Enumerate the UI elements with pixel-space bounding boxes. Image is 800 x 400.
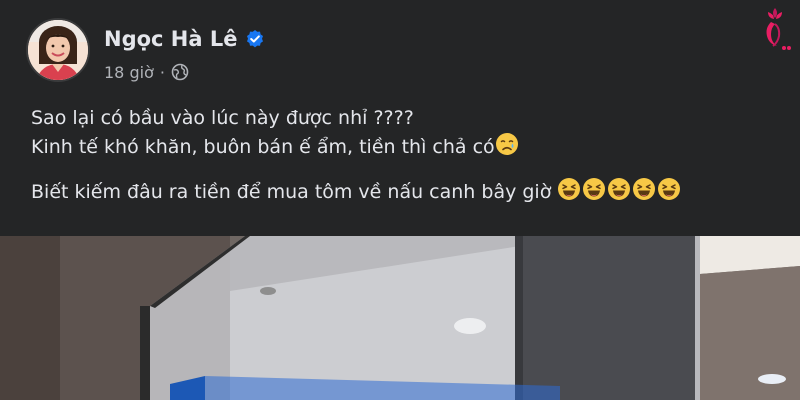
post-timestamp[interactable]: 18 giờ xyxy=(104,63,154,82)
post-line-3-text: Biết kiếm đâu ra tiền để mua tôm về nấu … xyxy=(31,181,552,203)
facebook-post: Ngọc Hà Lê 18 giờ · Sao lại có bầu vào l… xyxy=(0,0,800,400)
post-photo[interactable] xyxy=(0,236,800,400)
post-line-2-text: Kinh tế khó khăn, buôn bán ế ẩm, tiền th… xyxy=(31,136,495,158)
laughing-emoji-icon xyxy=(607,177,631,201)
globe-icon[interactable] xyxy=(171,63,189,81)
laughing-emoji-icon xyxy=(582,177,606,201)
post-line-2: Kinh tế khó khăn, buôn bán ế ẩm, tiền th… xyxy=(31,132,771,161)
post-header: Ngọc Hà Lê 18 giờ · xyxy=(26,18,766,88)
sad-tear-emoji-icon xyxy=(495,132,519,156)
laughing-emoji-icon xyxy=(632,177,656,201)
laughing-emoji-icon xyxy=(557,177,581,201)
author-row: Ngọc Hà Lê xyxy=(104,24,265,54)
post-photo-image xyxy=(0,236,800,400)
post-meta: 18 giờ · xyxy=(104,60,189,84)
post-text: Sao lại có bầu vào lúc này được nhỉ ????… xyxy=(31,104,771,206)
flower-logo-icon xyxy=(758,4,792,52)
laughing-emoji-icon xyxy=(657,177,681,201)
avatar-photo xyxy=(28,20,88,80)
author-name[interactable]: Ngọc Hà Lê xyxy=(104,27,237,51)
meta-separator: · xyxy=(159,62,165,82)
author-avatar[interactable] xyxy=(26,18,90,82)
post-line-1: Sao lại có bầu vào lúc này được nhỉ ???? xyxy=(31,107,414,129)
verified-badge-icon xyxy=(245,29,265,49)
post-line-3: Biết kiếm đâu ra tiền để mua tôm về nấu … xyxy=(31,177,771,206)
